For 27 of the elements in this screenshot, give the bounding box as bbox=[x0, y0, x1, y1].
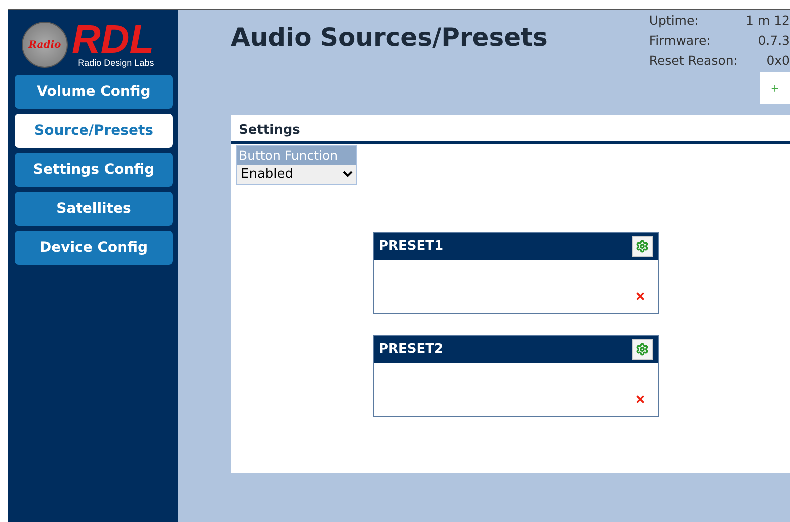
nav-button[interactable]: Source/Presets bbox=[15, 114, 173, 148]
status-label: Uptime: bbox=[649, 12, 700, 30]
settings-button[interactable] bbox=[632, 236, 653, 257]
nav-button[interactable]: Settings Config bbox=[15, 153, 173, 187]
page-title: Audio Sources/Presets bbox=[231, 23, 548, 54]
status-label: Firmware: bbox=[649, 32, 712, 50]
delete-icon[interactable] bbox=[635, 394, 646, 405]
function-select[interactable]: Enabled bbox=[237, 165, 356, 184]
logo-text: RDL bbox=[72, 22, 154, 58]
status-value: 1 m 12 bbox=[746, 12, 790, 30]
nav-button[interactable]: Volume Config bbox=[15, 75, 173, 109]
field-label: Button Function bbox=[237, 146, 356, 165]
status-value: 0.7.3 bbox=[757, 32, 790, 50]
gear-icon bbox=[636, 240, 649, 253]
logo-tagline: Radio Design Labs bbox=[78, 58, 154, 68]
status-label: Reset Reason: bbox=[649, 52, 738, 70]
preset-name: PRESET2 bbox=[379, 342, 444, 357]
preset-name: PRESET1 bbox=[379, 239, 444, 254]
add-button[interactable]: + bbox=[760, 72, 790, 104]
gear-icon bbox=[636, 343, 649, 356]
panel-title: Settings bbox=[231, 115, 790, 144]
nav-button[interactable]: Device Config bbox=[15, 231, 173, 265]
settings-button[interactable] bbox=[632, 339, 653, 360]
delete-icon[interactable] bbox=[635, 291, 646, 302]
nav-button[interactable]: Satellites bbox=[15, 192, 173, 226]
logo-badge: Radio bbox=[22, 22, 68, 68]
status-value: 0x0 bbox=[766, 52, 790, 70]
